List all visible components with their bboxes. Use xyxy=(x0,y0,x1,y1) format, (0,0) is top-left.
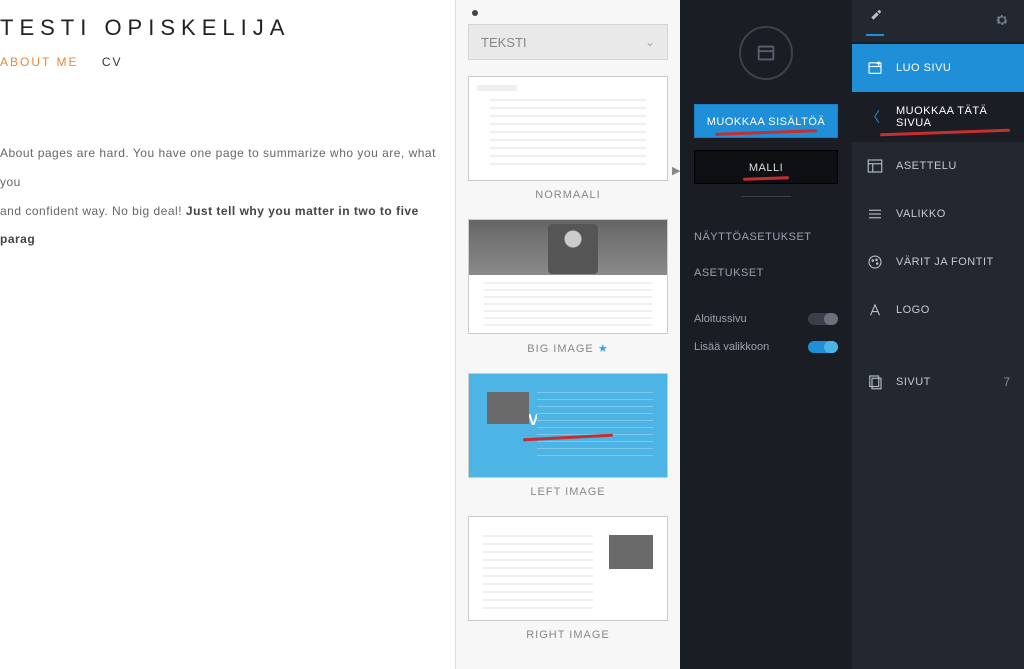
template-button[interactable]: MALLI xyxy=(694,150,838,184)
sidebar-item-menu[interactable]: VALIKKO xyxy=(852,190,1024,238)
template-option-left-image[interactable]: VALITTU LEFT IMAGE xyxy=(468,373,668,498)
site-nav: ABOUT ME CV xyxy=(0,55,455,69)
template-thumb xyxy=(468,219,668,334)
template-category-dropdown[interactable]: TEKSTI ⌄ xyxy=(468,24,668,60)
edit-this-page-button[interactable]: 〈 MUOKKAA TÄTÄ SIVUA xyxy=(852,92,1024,142)
star-icon: ★ xyxy=(598,343,609,355)
menu-icon xyxy=(866,205,884,223)
logo-a-icon xyxy=(866,301,884,319)
nav-cv[interactable]: CV xyxy=(102,55,123,69)
template-thumb xyxy=(468,516,668,621)
new-page-icon xyxy=(866,59,884,77)
settings-tab[interactable] xyxy=(994,12,1010,31)
main-sidebar: LUO SIVU 〈 MUOKKAA TÄTÄ SIVUA ASETTELU V… xyxy=(852,0,1024,669)
template-picker-panel: TEKSTI ⌄ NORMAALI BIG IMAGE ★ VALITTU LE… xyxy=(455,0,680,669)
sidebar-item-colors-fonts[interactable]: VÄRIT JA FONTIT xyxy=(852,238,1024,286)
pages-icon xyxy=(866,373,884,391)
template-thumb-selected: VALITTU xyxy=(468,373,668,478)
template-label: NORMAALI xyxy=(468,189,668,201)
template-label: BIG IMAGE ★ xyxy=(468,342,668,355)
sidebar-item-logo[interactable]: LOGO xyxy=(852,286,1024,334)
separator xyxy=(741,196,791,197)
display-settings-link[interactable]: NÄYTTÖASETUKSET xyxy=(680,219,852,255)
gear-icon xyxy=(994,12,1010,28)
toggle-row-addmenu: Lisää valikkoon xyxy=(680,333,852,361)
toggle-row-startpage: Aloitussivu xyxy=(680,305,852,333)
template-option-normal[interactable]: NORMAALI xyxy=(468,76,668,201)
separator xyxy=(852,334,1024,358)
sidebar-item-layout[interactable]: ASETTELU xyxy=(852,142,1024,190)
panel-handle-icon[interactable] xyxy=(472,10,478,16)
sidebar-top-tabs xyxy=(852,0,1024,44)
wrench-icon xyxy=(866,7,884,36)
template-label: RIGHT IMAGE xyxy=(468,629,668,641)
site-title: TESTI OPISKELIJA xyxy=(0,15,455,41)
dropdown-label: TEKSTI xyxy=(481,35,527,50)
body-line-2: and confident way. No big deal! Just tel… xyxy=(0,197,455,255)
settings-link[interactable]: ASETUKSET xyxy=(680,255,852,291)
tools-tab[interactable] xyxy=(866,7,884,36)
create-page-button[interactable]: LUO SIVU xyxy=(852,44,1024,92)
edit-content-button[interactable]: MUOKKAA SISÄLTÖÄ xyxy=(694,104,838,138)
toggle-label: Lisää valikkoon xyxy=(694,341,769,353)
layout-icon xyxy=(866,157,884,175)
toggle-label: Aloitussivu xyxy=(694,313,747,325)
page-preview: TESTI OPISKELIJA ABOUT ME CV About pages… xyxy=(0,0,455,669)
template-option-big-image[interactable]: BIG IMAGE ★ xyxy=(468,219,668,355)
template-thumb xyxy=(468,76,668,181)
pages-count: 7 xyxy=(1003,375,1010,389)
template-option-right-image[interactable]: RIGHT IMAGE xyxy=(468,516,668,641)
palette-icon xyxy=(866,253,884,271)
page-actions-panel: ▶ MUOKKAA SISÄLTÖÄ MALLI NÄYTTÖASETUKSET… xyxy=(680,0,852,669)
sidebar-item-pages[interactable]: SIVUT 7 xyxy=(852,358,1024,406)
red-underline-icon xyxy=(880,129,1010,137)
chevron-left-icon: 〈 xyxy=(866,107,880,127)
addmenu-toggle[interactable] xyxy=(808,341,838,353)
red-underline-icon xyxy=(743,176,789,181)
body-line-1: About pages are hard. You have one page … xyxy=(0,139,455,197)
page-type-icon xyxy=(739,26,793,80)
page-body-text: About pages are hard. You have one page … xyxy=(0,139,455,254)
startpage-toggle[interactable] xyxy=(808,313,838,325)
chevron-down-icon: ⌄ xyxy=(645,35,655,49)
red-underline-icon xyxy=(715,129,817,136)
nav-about[interactable]: ABOUT ME xyxy=(0,55,78,69)
template-label: LEFT IMAGE xyxy=(468,486,668,498)
expand-arrow-icon[interactable]: ▶ xyxy=(672,164,680,177)
